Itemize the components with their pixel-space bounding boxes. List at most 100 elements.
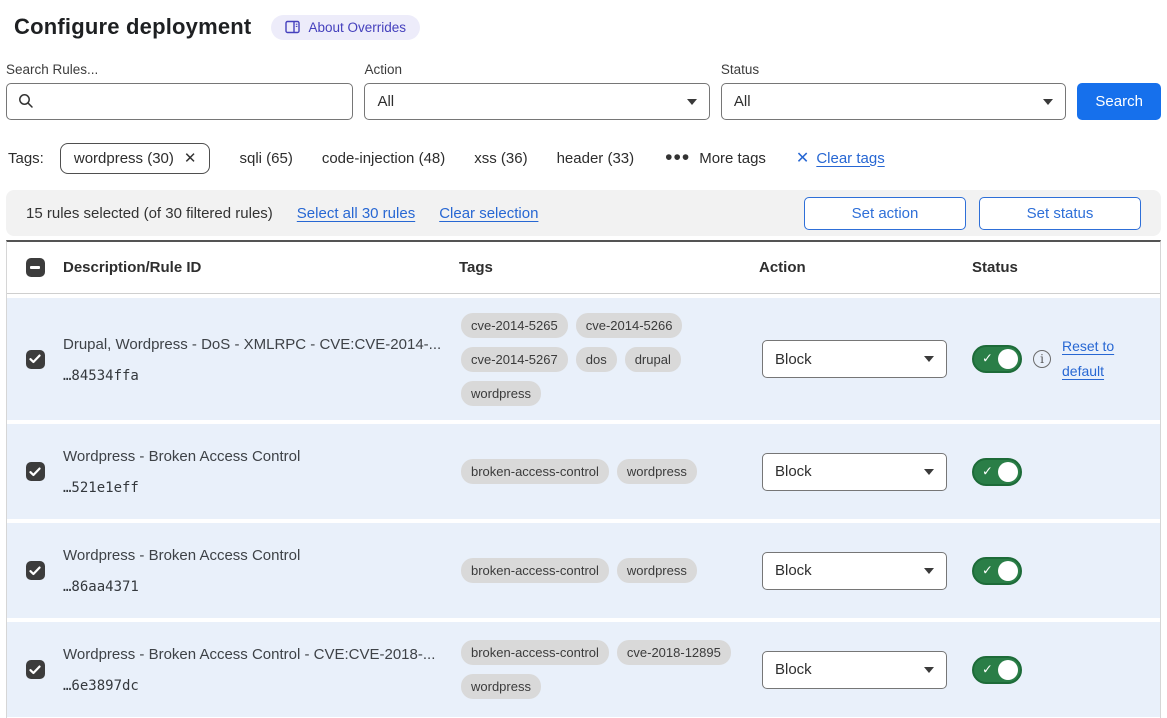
chevron-down-icon — [924, 667, 934, 673]
chevron-down-icon — [924, 469, 934, 475]
action-filter-select[interactable]: All — [364, 83, 709, 120]
tag-filter[interactable]: header (33) — [557, 150, 635, 167]
book-icon — [285, 20, 300, 34]
clear-tags-link[interactable]: ✕ Clear tags — [796, 148, 885, 168]
about-overrides-badge[interactable]: About Overrides — [271, 15, 420, 40]
table-row: Wordpress - Broken Access Control …86aa4… — [7, 523, 1160, 618]
rule-tags: broken-access-control wordpress — [459, 459, 759, 484]
header-tags: Tags — [459, 259, 759, 276]
tag-pill: dos — [576, 347, 617, 372]
rule-description: Wordpress - Broken Access Control — [63, 546, 445, 566]
action-select[interactable]: Block — [762, 340, 947, 378]
remove-tag-icon[interactable]: ✕ — [184, 151, 197, 166]
rule-description: Wordpress - Broken Access Control — [63, 447, 445, 467]
chevron-down-icon — [924, 568, 934, 574]
status-toggle[interactable]: ✓ — [972, 345, 1022, 373]
check-icon: ✓ — [982, 463, 993, 479]
toggle-knob — [998, 660, 1018, 680]
select-all-link[interactable]: Select all 30 rules — [297, 205, 415, 222]
action-select[interactable]: Block — [762, 552, 947, 590]
set-status-button[interactable]: Set status — [979, 197, 1141, 230]
tag-pill: cve-2014-5265 — [461, 313, 568, 338]
tag-filter[interactable]: xss (36) — [474, 150, 527, 167]
more-tags-button[interactable]: ••• More tags — [665, 150, 766, 167]
selection-bar: 15 rules selected (of 30 filtered rules)… — [6, 190, 1161, 236]
tag-pill: cve-2014-5267 — [461, 347, 568, 372]
action-value: Block — [775, 463, 924, 480]
select-all-checkbox[interactable] — [26, 258, 45, 277]
tag-pill: cve-2014-5266 — [576, 313, 683, 338]
page-header: Configure deployment About Overrides — [14, 12, 1161, 42]
set-action-button[interactable]: Set action — [804, 197, 966, 230]
action-value: Block — [775, 351, 924, 368]
tags-bar: Tags: wordpress (30) ✕ sqli (65) code-inj… — [8, 140, 1161, 176]
status-toggle[interactable]: ✓ — [972, 458, 1022, 486]
action-filter-value: All — [377, 93, 686, 110]
check-icon: ✓ — [982, 661, 993, 677]
rule-id: …521e1eff — [63, 480, 445, 496]
rule-tags: broken-access-controlwordpress — [459, 558, 759, 583]
action-select[interactable]: Block — [762, 453, 947, 491]
ellipsis-icon: ••• — [665, 153, 690, 163]
selection-summary: 15 rules selected (of 30 filtered rules) — [26, 205, 273, 222]
page-title: Configure deployment — [14, 14, 251, 40]
table-header-row: Description/Rule ID Tags Action Status — [7, 242, 1160, 294]
chevron-down-icon — [687, 99, 697, 105]
about-overrides-label: About Overrides — [308, 20, 406, 35]
action-filter-label: Action — [364, 62, 709, 77]
rule-id: …86aa4371 — [63, 579, 445, 595]
table-row: Wordpress - Broken Access Control - CVE:… — [7, 622, 1160, 717]
tags-label: Tags: — [8, 150, 44, 167]
check-icon: ✓ — [982, 562, 993, 578]
rule-tags: broken-access-controlcve-2018-12895wordp… — [459, 640, 759, 699]
action-select[interactable]: Block — [762, 651, 947, 689]
more-tags-label: More tags — [699, 150, 766, 167]
header-description: Description/Rule ID — [63, 259, 459, 276]
rule-description: Drupal, Wordpress - DoS - XMLRPC - CVE:C… — [63, 335, 445, 355]
rule-tags: cve-2014-5265 cve-2014-5266 cve-2014-5267 d… — [459, 313, 759, 406]
reset-to-default-link[interactable]: Reset to default — [1062, 334, 1128, 384]
rule-description: Wordpress - Broken Access Control - CVE:… — [63, 645, 445, 665]
row-checkbox[interactable] — [26, 561, 45, 580]
tag-pill: broken-access-control — [461, 459, 609, 484]
search-button[interactable]: Search — [1077, 83, 1161, 120]
clear-tags-label: Clear tags — [816, 150, 884, 167]
tag-pill: wordpress — [461, 381, 541, 406]
selected-tag-chip[interactable]: wordpress (30) ✕ — [60, 143, 211, 174]
chevron-down-icon — [1043, 99, 1053, 105]
action-value: Block — [775, 661, 924, 678]
status-toggle[interactable]: ✓ — [972, 557, 1022, 585]
tag-pill: wordpress — [617, 459, 697, 484]
tag-pill: drupal — [625, 347, 681, 372]
tag-filter-list: sqli (65) code-injection (48) xss (36) head… — [210, 150, 634, 167]
check-icon: ✓ — [982, 350, 993, 366]
row-checkbox[interactable] — [26, 660, 45, 679]
row-checkbox[interactable] — [26, 350, 45, 369]
tag-filter[interactable]: sqli (65) — [239, 150, 292, 167]
action-value: Block — [775, 562, 924, 579]
clear-icon: ✕ — [796, 148, 809, 168]
status-filter-select[interactable]: All — [721, 83, 1066, 120]
toggle-knob — [998, 462, 1018, 482]
search-rules-input[interactable] — [6, 83, 353, 120]
tag-pill: broken-access-control — [461, 558, 609, 583]
status-filter-value: All — [734, 93, 1043, 110]
table-row: Drupal, Wordpress - DoS - XMLRPC - CVE:C… — [7, 298, 1160, 420]
header-status: Status — [972, 259, 1160, 276]
filter-bar: Search Rules... Action All Status All Se… — [6, 62, 1161, 120]
toggle-knob — [998, 561, 1018, 581]
tag-pill: wordpress — [461, 674, 541, 699]
info-icon[interactable]: i — [1033, 350, 1051, 368]
row-checkbox[interactable] — [26, 462, 45, 481]
rule-id: …84534ffa — [63, 368, 445, 384]
chevron-down-icon — [924, 356, 934, 362]
tag-filter[interactable]: code-injection (48) — [322, 150, 445, 167]
status-filter-label: Status — [721, 62, 1066, 77]
status-toggle[interactable]: ✓ — [972, 656, 1022, 684]
search-rules-label: Search Rules... — [6, 62, 353, 77]
tag-pill: broken-access-control — [461, 640, 609, 665]
indeterminate-icon — [30, 266, 40, 269]
clear-selection-link[interactable]: Clear selection — [439, 205, 538, 222]
rule-id: …6e3897dc — [63, 678, 445, 694]
rules-table: Description/Rule ID Tags Action Status D… — [6, 240, 1161, 718]
